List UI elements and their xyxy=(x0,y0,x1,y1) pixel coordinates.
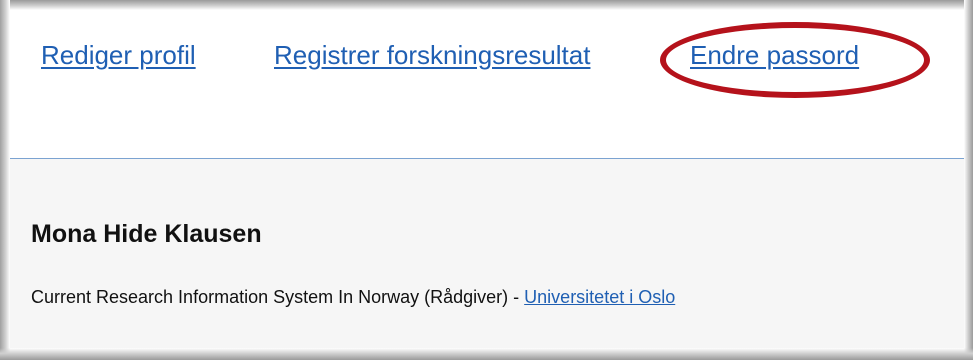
shadow-top-edge xyxy=(0,0,973,10)
profile-summary: Mona Hide Klausen Current Research Infor… xyxy=(10,159,964,348)
shadow-bottom-edge xyxy=(0,348,973,360)
profile-page: Rediger profil Registrer forskningsresul… xyxy=(10,10,964,348)
screenshot-frame: Rediger profil Registrer forskningsresul… xyxy=(0,0,973,360)
register-research-result-link[interactable]: Registrer forskningsresultat xyxy=(274,40,590,71)
profile-affiliation: Current Research Information System In N… xyxy=(31,287,675,308)
change-password-link[interactable]: Endre passord xyxy=(690,40,859,71)
shadow-right-edge xyxy=(964,0,973,360)
edit-profile-link[interactable]: Rediger profil xyxy=(41,40,196,71)
profile-name: Mona Hide Klausen xyxy=(31,220,262,248)
affiliation-text: Current Research Information System In N… xyxy=(31,287,525,307)
profile-action-nav: Rediger profil Registrer forskningsresul… xyxy=(10,10,964,158)
shadow-left-edge xyxy=(0,0,10,360)
organization-link[interactable]: Universitetet i Oslo xyxy=(524,287,675,307)
